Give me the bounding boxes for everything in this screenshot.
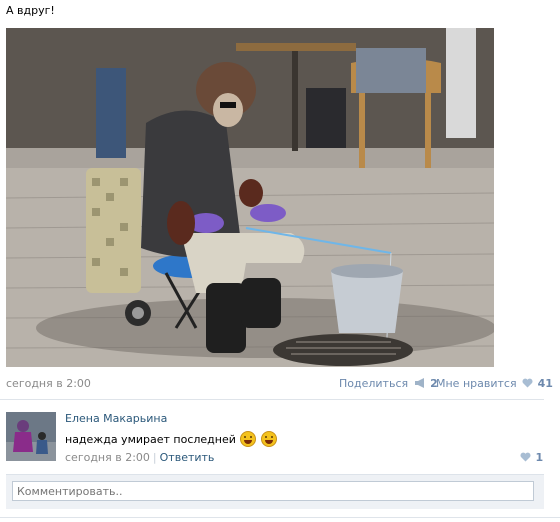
avatar-image: [6, 412, 56, 461]
comment-like-button[interactable]: 1: [518, 451, 543, 464]
divider: [0, 399, 544, 400]
meta-separator: |: [152, 451, 157, 464]
comment-like-count: 1: [535, 451, 544, 464]
post-photo[interactable]: [6, 28, 494, 367]
like-button[interactable]: Мне нравится 41: [436, 377, 553, 390]
heart-icon: [522, 378, 533, 388]
like-label: Мне нравится: [436, 377, 517, 390]
post-meta-row: сегодня в 2:00 Поделиться 2 Мне нравится…: [6, 377, 553, 391]
photo-illustration: [6, 28, 494, 367]
bottom-divider: [0, 517, 560, 518]
heart-icon: [520, 452, 531, 462]
grinning-emoji-icon: [240, 431, 257, 447]
comment-date[interactable]: сегодня в 2:00: [65, 451, 150, 464]
like-count: 41: [537, 377, 553, 390]
post-text: А вдруг!: [6, 4, 55, 17]
comment-author[interactable]: Елена Макарьина: [65, 412, 167, 425]
share-button[interactable]: Поделиться 2: [339, 377, 438, 390]
comment-text: надежда умирает последней: [65, 431, 277, 447]
share-label: Поделиться: [339, 377, 409, 390]
comment-text-body: надежда умирает последней: [65, 433, 236, 446]
comment-meta: сегодня в 2:00 | Ответить: [65, 451, 214, 464]
comment-item: Елена Макарьина надежда умирает последне…: [6, 410, 543, 466]
post-date[interactable]: сегодня в 2:00: [6, 377, 91, 390]
reply-box: [6, 474, 544, 509]
comment-input[interactable]: [12, 481, 534, 501]
reply-link[interactable]: Ответить: [160, 451, 215, 464]
laughing-emoji-icon: [260, 431, 277, 447]
megaphone-icon: [414, 378, 424, 388]
avatar[interactable]: [6, 412, 56, 461]
